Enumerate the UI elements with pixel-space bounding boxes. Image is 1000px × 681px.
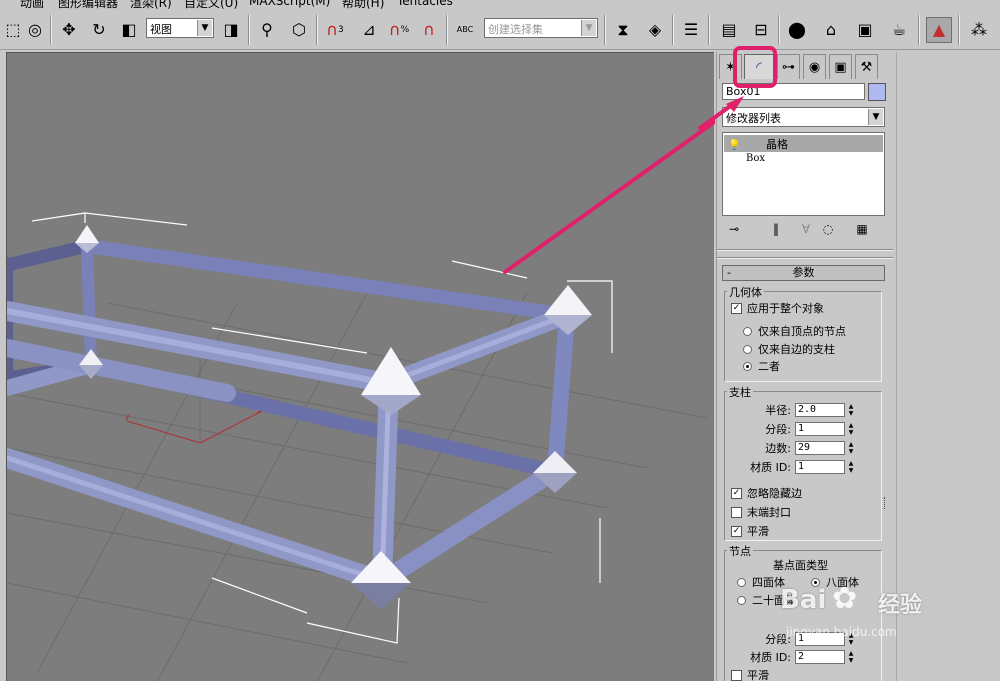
annotation-arrow <box>503 119 715 274</box>
object-name-field[interactable]: Box01 <box>722 83 865 100</box>
menu-customize[interactable]: 自定义(U) <box>184 0 238 9</box>
lattice-tool-icon[interactable]: ▲ <box>926 17 952 43</box>
toolbar-separator <box>672 15 674 45</box>
octa-radio[interactable]: 八面体 <box>811 574 859 590</box>
modifier-stack: 💡 晶格 Box <box>722 132 885 216</box>
toolbar-separator <box>708 15 710 45</box>
percent-snap-icon[interactable]: ∩% <box>386 17 412 43</box>
main-toolbar: ⬚ ◎ ✥ ↻ ◧ 视图 ▼ ◨ ⚲ ⬡ ∩ 3 ⊿ ∩% ∩ ABC 创建选择集 ▼… <box>0 9 1000 50</box>
strut-segments-spinner[interactable]: 分段: 1 ▲ ▼ <box>725 421 855 437</box>
align-icon[interactable]: ◈ <box>642 17 668 43</box>
joint-segments-spinner[interactable]: 分段: 1 ▲ ▼ <box>725 631 855 647</box>
svg-text:y: y <box>125 412 130 421</box>
joint-material-id-spinner[interactable]: 材质 ID: 2 ▲ ▼ <box>725 649 855 665</box>
lightbulb-icon[interactable]: 💡 <box>728 140 740 151</box>
panel-scroll-handle[interactable] <box>884 497 888 509</box>
motion-tab-icon[interactable]: ◉ <box>803 54 826 79</box>
right-panel-area <box>896 52 1000 681</box>
remove-modifier-icon[interactable]: ◌ <box>818 222 838 240</box>
scale-icon[interactable]: ◧ <box>116 17 142 43</box>
configure-modifier-sets-icon[interactable]: ▦ <box>852 222 872 240</box>
command-panel-tabs: ✶ ◜ ⊶ ◉ ▣ ⚒ <box>717 54 897 80</box>
both-radio[interactable]: 二者 <box>743 358 780 374</box>
toolbar-separator <box>918 15 920 45</box>
strut-sides-spinner[interactable]: 边数: 29 ▲ ▼ <box>725 440 855 456</box>
menu-graph-editors[interactable]: 图形编辑器 <box>58 0 118 9</box>
apply-whole-object-checkbox[interactable]: ✓ 应用于整个对象 <box>731 300 824 316</box>
move-icon[interactable]: ✥ <box>56 17 82 43</box>
end-caps-checkbox[interactable]: 末端封口 <box>731 504 791 520</box>
hierarchy-tab-icon[interactable]: ⊶ <box>777 54 800 79</box>
struts-group: 支柱 半径: 2.0 ▲ ▼ 分段: 1 ▲ ▼ 边数: 29 ▲ ▼ 材质 ID: … <box>724 384 882 541</box>
perspective-viewport[interactable]: z y x <box>6 52 715 681</box>
menu-animation[interactable]: 动画 <box>20 0 44 9</box>
toolbar-separator <box>446 15 448 45</box>
strut-smooth-checkbox[interactable]: ✓ 平滑 <box>731 523 769 539</box>
menu-rendering[interactable]: 渲染(R) <box>130 0 172 9</box>
menu-maxscript[interactable]: MAXScript(M) <box>249 0 330 8</box>
angle-snap-icon[interactable]: ⊿ <box>356 17 382 43</box>
mirror-icon[interactable]: ⧗ <box>610 17 636 43</box>
schematic-view-icon[interactable]: ⊟ <box>748 17 774 43</box>
rotate-icon[interactable]: ↻ <box>86 17 112 43</box>
joints-group: 节点 基点面类型 四面体 八面体 二十面体 分段: 1 ▲ ▼ 材质 ID: 2 … <box>724 543 882 681</box>
show-end-result-icon[interactable]: ‖ <box>766 222 786 240</box>
quick-render-icon[interactable]: ☕ <box>886 17 912 43</box>
stack-tools: ⊸ ‖ ∀ ◌ ▦ <box>722 220 885 242</box>
toolbar-separator <box>316 15 318 45</box>
object-color-swatch[interactable] <box>868 83 886 101</box>
render-frame-icon[interactable]: ▣ <box>852 17 878 43</box>
curve-editor-icon[interactable]: ▤ <box>716 17 742 43</box>
particle-view-icon[interactable]: ⁂ <box>966 17 992 43</box>
toolbar-separator <box>958 15 960 45</box>
snap-3d-icon[interactable]: ∩ 3 <box>322 17 348 43</box>
reference-coord-dropdown[interactable]: 视图 ▼ <box>146 18 214 38</box>
utilities-tab-icon[interactable]: ⚒ <box>855 54 878 79</box>
strut-radius-spinner[interactable]: 半径: 2.0 ▲ ▼ <box>725 402 855 418</box>
joint-front-top <box>361 347 421 415</box>
named-selection-set-dropdown[interactable]: 创建选择集 ▼ <box>484 18 598 38</box>
spinner-snap-icon[interactable]: ∩ <box>416 17 442 43</box>
toolbar-separator <box>50 15 52 45</box>
strut-material-id-spinner[interactable]: 材质 ID: 1 ▲ ▼ <box>725 459 855 475</box>
menu-tentacles[interactable]: Tentacles <box>397 0 453 8</box>
make-unique-icon[interactable]: ∀ <box>796 222 816 240</box>
tetra-radio[interactable]: 四面体 <box>737 574 785 590</box>
pin-stack-icon[interactable]: ⊸ <box>724 222 744 240</box>
toolbar-separator <box>248 15 250 45</box>
geometry-group: 几何体 ✓ 应用于整个对象 仅来自顶点的节点 仅来自边的支柱 二者 <box>724 284 882 382</box>
menu-bar: 动画 图形编辑器 渲染(R) 自定义(U) MAXScript(M) 帮助(H)… <box>0 0 1000 9</box>
ignore-hidden-edges-checkbox[interactable]: ✓ 忽略隐藏边 <box>731 485 802 501</box>
struts-only-radio[interactable]: 仅来自边的支柱 <box>743 341 835 357</box>
panel-divider <box>717 249 893 251</box>
modifier-list-dropdown[interactable]: 修改器列表 ▼ <box>722 107 885 127</box>
material-editor-icon[interactable]: ⬤ <box>784 17 810 43</box>
joint-smooth-checkbox[interactable]: 平滑 <box>731 667 769 681</box>
stack-item-lattice[interactable]: 💡 晶格 <box>724 135 883 152</box>
pivot-center-icon[interactable]: ◨ <box>218 17 244 43</box>
keyboard-shortcut-icon[interactable]: ⬡ <box>286 17 312 43</box>
layer-manager-icon[interactable]: ☰ <box>678 17 704 43</box>
base-type-label: 基点面类型 <box>773 559 828 572</box>
toolbar-separator <box>604 15 606 45</box>
menu-help[interactable]: 帮助(H) <box>342 0 384 9</box>
parameters-rollout-header[interactable]: - 参数 <box>722 265 885 281</box>
select-manipulate-icon[interactable]: ⚲ <box>254 17 280 43</box>
joints-only-radio[interactable]: 仅来自顶点的节点 <box>743 323 846 339</box>
edit-named-selection-icon[interactable]: ABC <box>452 17 478 43</box>
render-setup-icon[interactable]: ⌂ <box>818 17 844 43</box>
panel-divider <box>717 257 893 259</box>
viewport-canvas: z y x <box>7 119 715 681</box>
modify-tab-icon[interactable]: ◜ <box>744 54 774 79</box>
display-tab-icon[interactable]: ▣ <box>829 54 852 79</box>
command-panel: ✶ ◜ ⊶ ◉ ▣ ⚒ Box01 修改器列表 ▼ 💡 晶格 Box ⊸ ‖ ∀ ◌… <box>716 52 896 681</box>
stack-item-box[interactable]: Box <box>724 152 883 169</box>
create-tab-icon[interactable]: ✶ <box>719 54 742 79</box>
icosa-radio[interactable]: 二十面体 <box>737 592 796 608</box>
toolbar-separator <box>778 15 780 45</box>
select-lasso-icon[interactable]: ◎ <box>22 17 48 43</box>
